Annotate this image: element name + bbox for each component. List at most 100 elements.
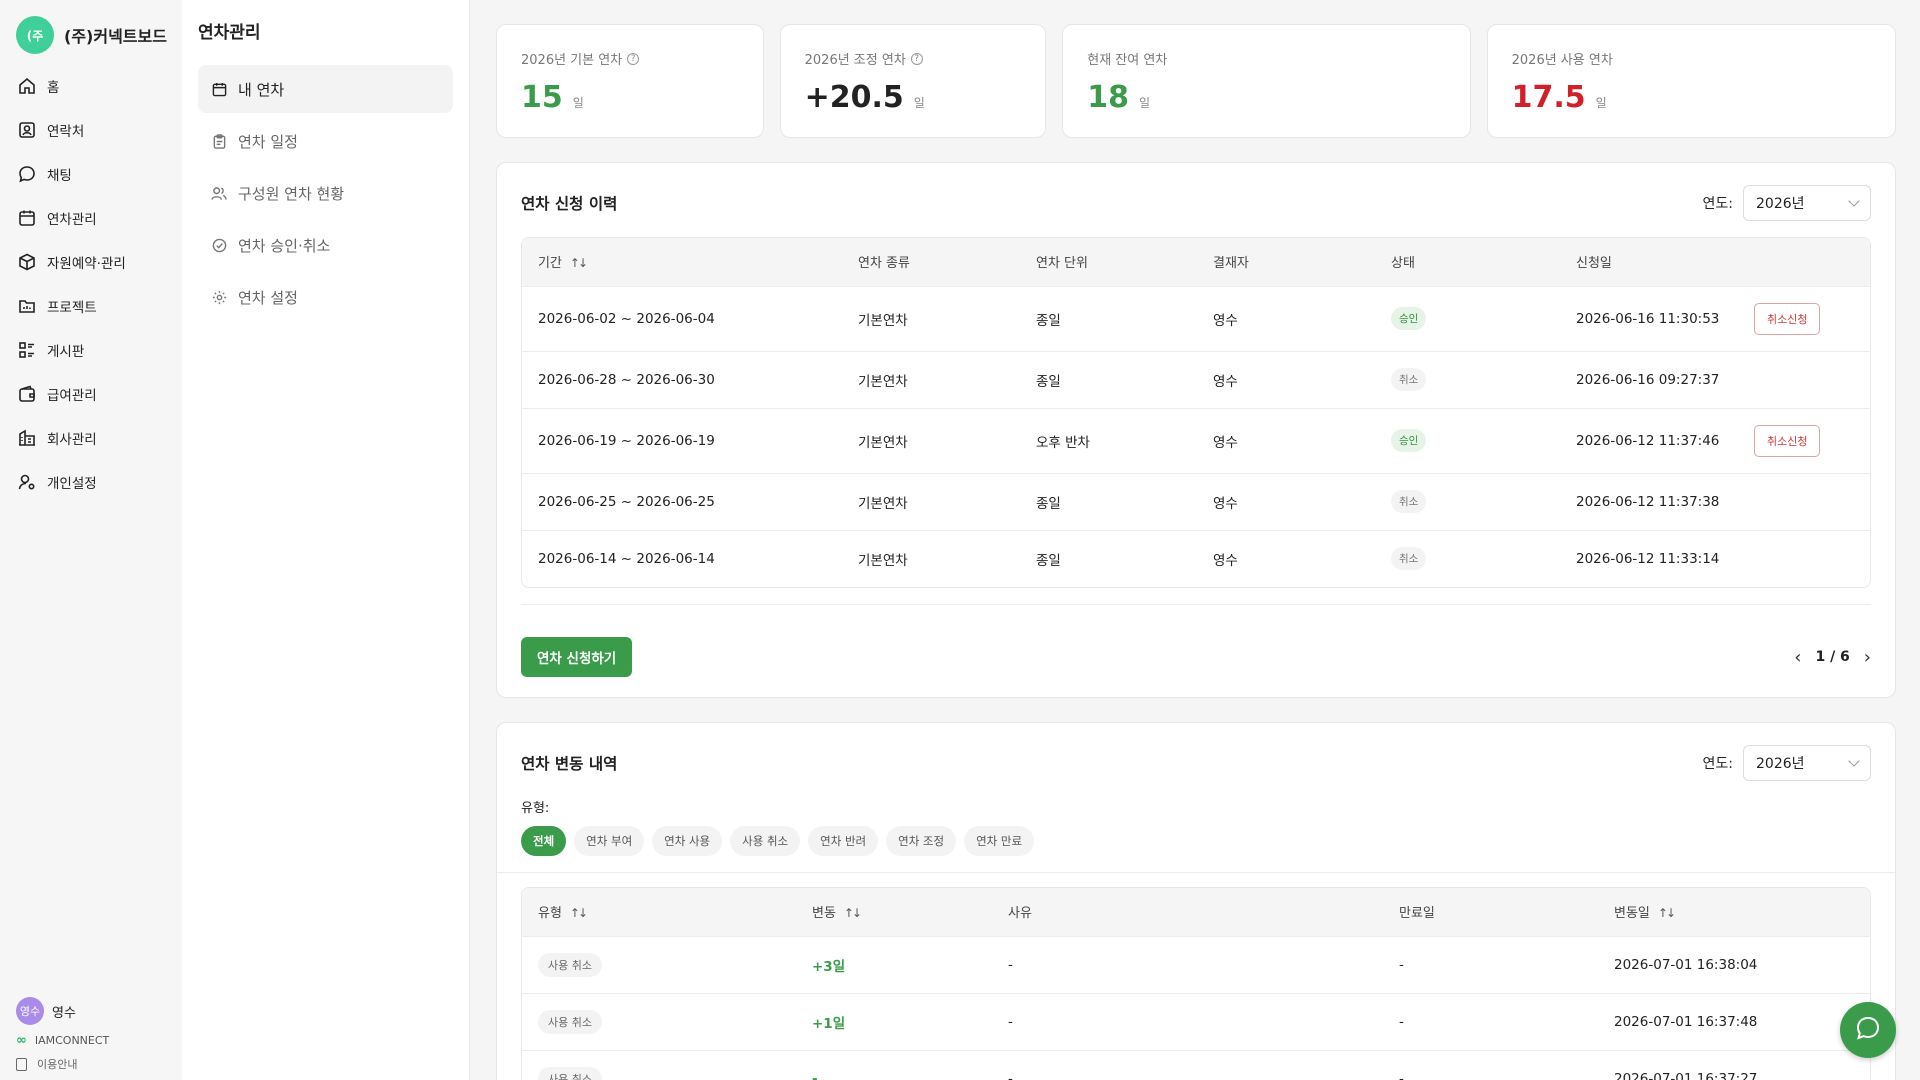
stat-label-row: 2026년 사용 연차 (1512, 49, 1871, 68)
table-row: 2026-06-19 ~ 2026-06-19 기본연차 오후 반차 영수 승인… (522, 407, 1870, 473)
chevron-left-icon[interactable]: ‹ (1794, 647, 1801, 668)
chip-use-cancel[interactable]: 사용 취소 (730, 826, 801, 856)
cell-type: 사용 취소 (522, 1049, 796, 1080)
clipboard-icon (210, 132, 228, 150)
year-filter: 연도: 2026년 (1703, 185, 1871, 221)
folder-icon (17, 296, 37, 316)
column-header: 연차 종류 (842, 238, 1020, 286)
submenu-item-my-leave[interactable]: 내 연차 (198, 65, 453, 113)
column-label: 신청일 (1576, 256, 1612, 272)
chevron-right-icon[interactable]: › (1864, 647, 1871, 668)
cell-action (1738, 529, 1870, 587)
sidebar-item-resources[interactable]: 자원예약·관리 (0, 240, 182, 284)
submenu-item-leave-schedule[interactable]: 연차 일정 (198, 117, 453, 165)
sort-icon[interactable]: ↑↓ (1658, 906, 1676, 920)
table-header-row: 유형 ↑↓ 변동 ↑↓ 사유 만료일 변동일 ↑↓ (522, 888, 1870, 936)
chevron-down-icon (1848, 195, 1860, 207)
card-title: 연차 변동 내역 (521, 755, 618, 773)
wallet-icon (17, 384, 37, 404)
stat-value: 15 (521, 80, 563, 115)
cell-date: 2026-06-16 11:30:53 (1560, 285, 1738, 351)
sidebar-item-label: 급여관리 (47, 388, 97, 404)
help-link[interactable]: 이용안내 (16, 1056, 109, 1072)
sidebar-footer: 영수 영수 ∞ IAMCONNECT 이용안내 (16, 997, 109, 1072)
chat-bubble-icon (1855, 1015, 1881, 1045)
year-value: 2026년 (1756, 196, 1805, 212)
cell-status: 취소 (1375, 472, 1560, 530)
column-header: 상태 (1375, 238, 1560, 286)
leave-changes-card: 연차 변동 내역 연도: 2026년 유형: 전체 연차 부여 연차 사용 사용… (496, 722, 1896, 1080)
chip-expire[interactable]: 연차 만료 (964, 826, 1035, 856)
stat-label: 현재 잔여 연차 (1087, 53, 1168, 68)
sidebar-item-payroll[interactable]: 급여관리 (0, 372, 182, 416)
column-header: 연차 단위 (1020, 238, 1197, 286)
cell-period: 2026-06-14 ~ 2026-06-14 (522, 529, 842, 587)
status-badge: 승인 (1391, 307, 1427, 330)
cell-approver: 영수 (1197, 350, 1375, 408)
chip-use[interactable]: 연차 사용 (652, 826, 723, 856)
column-label: 상태 (1391, 256, 1415, 272)
sidebar-item-contacts[interactable]: 연락처 (0, 108, 182, 152)
table-row: 사용 취소 - - - 2026-07-01 16:37:27 (522, 1049, 1870, 1080)
sidebar-item-leave[interactable]: 연차관리 (0, 196, 182, 240)
card-header: 연차 변동 내역 연도: 2026년 (521, 743, 1871, 783)
column-header[interactable]: 기간 ↑↓ (522, 238, 842, 286)
cell-unit: 종일 (1020, 472, 1197, 530)
table-row: 2026-06-02 ~ 2026-06-04 기본연차 종일 영수 승인 20… (522, 285, 1870, 351)
submenu: 연차관리 내 연차 연차 일정 구성원 연차 현황 연차 승인·취소 연차 설정 (182, 0, 470, 1080)
type-filter-chips: 전체 연차 부여 연차 사용 사용 취소 연차 반려 연차 조정 연차 만료 (497, 826, 1895, 873)
chip-adjust[interactable]: 연차 조정 (886, 826, 957, 856)
column-header[interactable]: 유형 ↑↓ (522, 888, 796, 936)
cell-change: +1일 (796, 992, 992, 1050)
year-select[interactable]: 2026년 (1743, 745, 1871, 781)
cell-reason: - (992, 992, 1383, 1050)
stat-value: 18 (1087, 80, 1129, 115)
sort-icon[interactable]: ↑↓ (844, 906, 862, 920)
column-header[interactable]: 변동 ↑↓ (796, 888, 992, 936)
submenu-item-member-status[interactable]: 구성원 연차 현황 (198, 169, 453, 217)
column-label: 기간 (538, 256, 562, 272)
sort-icon[interactable]: ↑↓ (570, 906, 588, 920)
cell-reason: - (992, 1049, 1383, 1080)
table-row: 사용 취소 +3일 - - 2026-07-01 16:38:04 (522, 935, 1870, 993)
sidebar-item-board[interactable]: 게시판 (0, 328, 182, 372)
sidebar-item-chat[interactable]: 채팅 (0, 152, 182, 196)
column-header[interactable]: 변동일 ↑↓ (1598, 888, 1870, 936)
cell-status: 취소 (1375, 529, 1560, 587)
pagination: ‹ 1 / 6 › (1794, 647, 1871, 668)
sidebar-item-home[interactable]: 홈 (0, 64, 182, 108)
column-label: 사유 (1008, 906, 1032, 922)
submenu-item-settings[interactable]: 연차 설정 (198, 273, 453, 321)
help-icon[interactable]: ? (627, 52, 640, 65)
chip-all[interactable]: 전체 (521, 826, 567, 856)
submenu-item-label: 연차 일정 (238, 132, 298, 151)
help-icon[interactable]: ? (910, 52, 923, 65)
type-tag: 사용 취소 (538, 1009, 602, 1034)
chip-grant[interactable]: 연차 부여 (574, 826, 645, 856)
sidebar-item-company[interactable]: 회사관리 (0, 416, 182, 460)
brand[interactable]: (주 (주)커넥트보드 (0, 0, 182, 54)
sidebar-item-personal-settings[interactable]: 개인설정 (0, 460, 182, 504)
cell-date: 2026-07-01 16:37:48 (1598, 992, 1870, 1050)
chat-fab-button[interactable] (1840, 1002, 1896, 1058)
chip-reject[interactable]: 연차 반려 (808, 826, 879, 856)
column-label: 결재자 (1213, 256, 1249, 272)
user-profile[interactable]: 영수 영수 (16, 997, 109, 1025)
cancel-request-button[interactable]: 취소신청 (1754, 424, 1821, 457)
cell-action: 취소신청 (1738, 407, 1870, 473)
infinity-icon: ∞ (16, 1033, 27, 1048)
sidebar-item-projects[interactable]: 프로젝트 (0, 284, 182, 328)
sidebar-nav: 홈 연락처 채팅 연차관리 자원예약·관리 프로젝트 게시판 급여관리 회사관리… (0, 64, 182, 504)
table-row: 2026-06-14 ~ 2026-06-14 기본연차 종일 영수 취소 20… (522, 529, 1870, 587)
iamconnect-link[interactable]: ∞ IAMCONNECT (16, 1033, 109, 1048)
year-select[interactable]: 2026년 (1743, 185, 1871, 221)
column-header-action (1738, 238, 1870, 286)
submenu-item-approval[interactable]: 연차 승인·취소 (198, 221, 453, 269)
cancel-request-button[interactable]: 취소신청 (1754, 302, 1821, 335)
cell-unit: 종일 (1020, 285, 1197, 351)
stat-value-row: +20.5 일 (805, 80, 1022, 115)
building-icon (17, 428, 37, 448)
sort-icon[interactable]: ↑↓ (570, 256, 588, 270)
cell-period: 2026-06-28 ~ 2026-06-30 (522, 350, 842, 408)
apply-leave-button[interactable]: 연차 신청하기 (521, 637, 633, 677)
